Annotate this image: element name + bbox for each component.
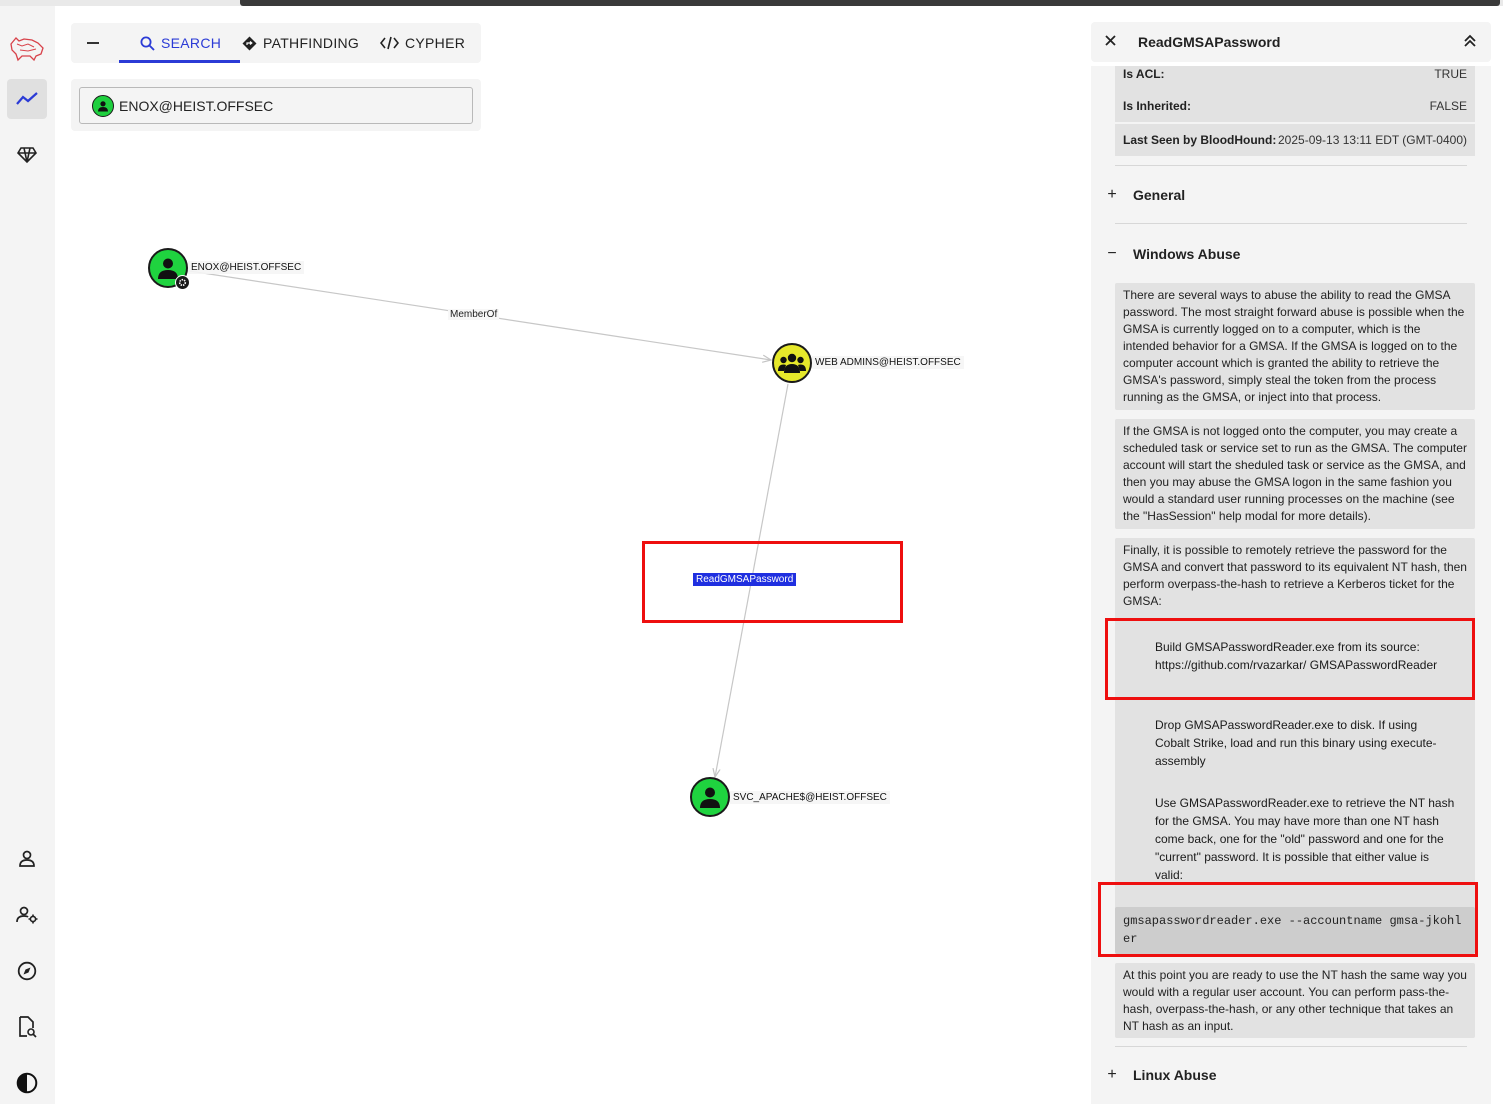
chevron-double-up-icon[interactable] (1463, 34, 1477, 53)
node-web-admins-label: WEB ADMINS@HEIST.OFFSEC (812, 356, 964, 369)
trend-icon (16, 92, 38, 105)
nav-admin[interactable] (7, 895, 47, 935)
highlight-box-edge (642, 541, 903, 623)
panel-title: ReadGMSAPassword (1138, 34, 1281, 50)
windows-abuse-paragraph-2: If the GMSA is not logged onto the compu… (1115, 419, 1475, 529)
person-icon (19, 850, 35, 867)
prop-value: FALSE (1429, 99, 1467, 113)
person-gear-icon (16, 906, 38, 924)
group-icon (778, 353, 806, 373)
bloodhound-logo-icon (10, 37, 44, 62)
prop-last-seen: Last Seen by BloodHound: 2025-09-13 13:1… (1115, 124, 1475, 156)
expand-plus-icon: + (1107, 1066, 1117, 1083)
prop-value: 2025-09-13 13:11 EDT (GMT-0400) (1278, 133, 1467, 147)
divider (1115, 165, 1467, 166)
prop-key: Is Inherited: (1123, 99, 1192, 113)
node-enox-label: ENOX@HEIST.OFFSEC (188, 261, 305, 274)
nav-file-search[interactable] (7, 1007, 47, 1047)
node-svc-apache[interactable] (690, 777, 730, 817)
highlight-box-command (1098, 882, 1478, 957)
left-nav (0, 6, 55, 1104)
graph-edges (169, 267, 789, 1104)
nav-profile[interactable] (7, 839, 47, 879)
gear-icon (178, 278, 187, 287)
contrast-icon (16, 1072, 38, 1094)
collapse-minus-icon: − (1107, 245, 1117, 262)
nav-zones[interactable] (7, 135, 47, 175)
nav-explore[interactable] (7, 79, 47, 119)
node-svc-apache-label: SVC_APACHE$@HEIST.OFFSEC (730, 791, 890, 804)
gem-icon (17, 147, 37, 164)
section-windows-abuse-label: Windows Abuse (1133, 246, 1241, 262)
graph-canvas[interactable]: ENOX@HEIST.OFFSEC WEB ADMINS@HEIST.OFFSE… (55, 6, 1090, 1104)
nav-theme-toggle[interactable] (7, 1063, 47, 1103)
section-windows-abuse[interactable]: − Windows Abuse (1105, 245, 1240, 263)
windows-abuse-paragraph-4: At this point you are ready to use the N… (1115, 963, 1475, 1038)
paragraph-3-text: Finally, it is possible to remotely retr… (1123, 543, 1467, 608)
prop-key: Last Seen by BloodHound: (1123, 133, 1277, 147)
section-linux-abuse[interactable]: + Linux Abuse (1105, 1066, 1217, 1084)
section-general-label: General (1133, 187, 1186, 203)
step-drop: Drop GMSAPasswordReader.exe to disk. If … (1155, 718, 1437, 768)
bloodhound-logo[interactable] (7, 28, 47, 68)
divider (1115, 1046, 1467, 1047)
expand-plus-icon: + (1107, 186, 1117, 203)
compass-icon (17, 961, 37, 981)
nav-explore-compass[interactable] (7, 951, 47, 991)
file-search-icon (19, 1016, 37, 1038)
user-icon (700, 787, 720, 808)
highlight-box-build-step (1105, 618, 1475, 700)
prop-value: TRUE (1434, 67, 1467, 81)
owned-badge (175, 275, 190, 290)
edge-label-memberof[interactable]: MemberOf (448, 309, 500, 320)
panel-header: ReadGMSAPassword (1091, 22, 1491, 62)
node-web-admins[interactable] (772, 343, 812, 383)
divider (1115, 223, 1467, 224)
step-retrieve: Use GMSAPasswordReader.exe to retrieve t… (1155, 796, 1455, 882)
node-enox[interactable] (148, 248, 190, 290)
prop-is-inherited: Is Inherited: FALSE (1115, 90, 1475, 122)
section-linux-abuse-label: Linux Abuse (1133, 1067, 1217, 1083)
windows-abuse-paragraph-1: There are several ways to abuse the abil… (1115, 283, 1475, 410)
close-icon[interactable] (1105, 33, 1116, 51)
prop-is-acl: Is ACL: TRUE (1115, 66, 1475, 90)
prop-key: Is ACL: (1123, 67, 1165, 81)
section-general[interactable]: + General (1105, 186, 1185, 204)
